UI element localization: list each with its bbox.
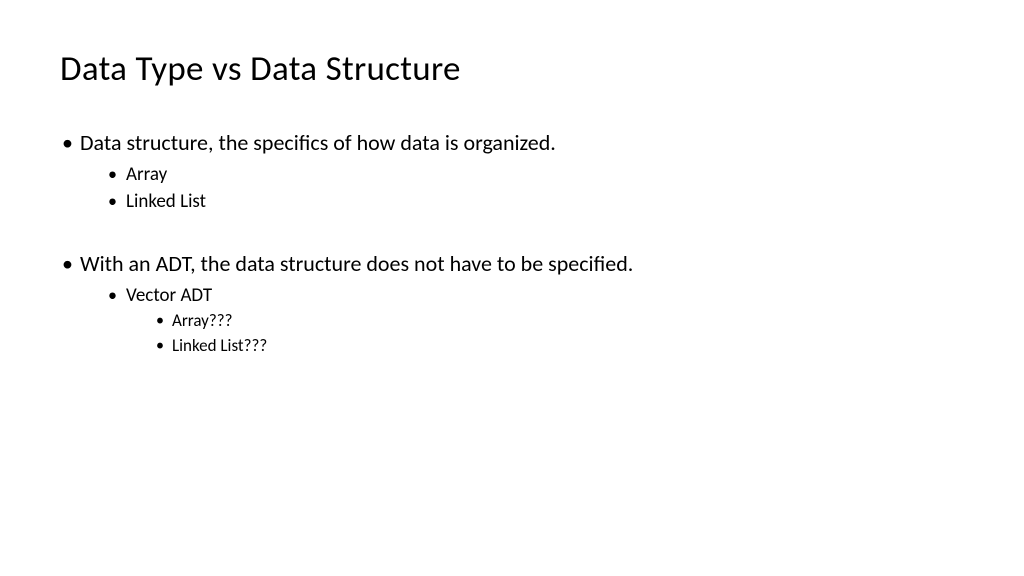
bullet-list-level2: Vector ADT Array??? Linked List??? (80, 283, 964, 359)
bullet-text: With an ADT, the data structure does not… (80, 250, 633, 277)
bullet-text: Array??? (172, 310, 233, 331)
bullet-item: Vector ADT Array??? Linked List??? (104, 283, 964, 359)
bullet-item: Data structure, the specifics of how dat… (60, 128, 964, 215)
slide-title: Data Type vs Data Structure (60, 48, 964, 90)
bullet-item: Array (104, 162, 964, 188)
bullet-text: Data structure, the specifics of how dat… (80, 129, 556, 156)
bullet-list-level1: Data structure, the specifics of how dat… (60, 128, 964, 215)
bullet-text: Vector ADT (126, 284, 212, 307)
bullet-text: Linked List (126, 190, 206, 213)
bullet-text: Array (126, 163, 167, 186)
bullet-list-level2: Array Linked List (80, 162, 964, 215)
bullet-item: Linked List??? (150, 335, 964, 358)
spacer (60, 221, 964, 249)
bullet-list-level1: With an ADT, the data structure does not… (60, 249, 964, 358)
bullet-item: With an ADT, the data structure does not… (60, 249, 964, 358)
bullet-list-level3: Array??? Linked List??? (126, 310, 964, 358)
bullet-item: Array??? (150, 310, 964, 333)
bullet-item: Linked List (104, 189, 964, 215)
slide-content: Data structure, the specifics of how dat… (60, 128, 964, 358)
bullet-text: Linked List??? (172, 335, 267, 356)
